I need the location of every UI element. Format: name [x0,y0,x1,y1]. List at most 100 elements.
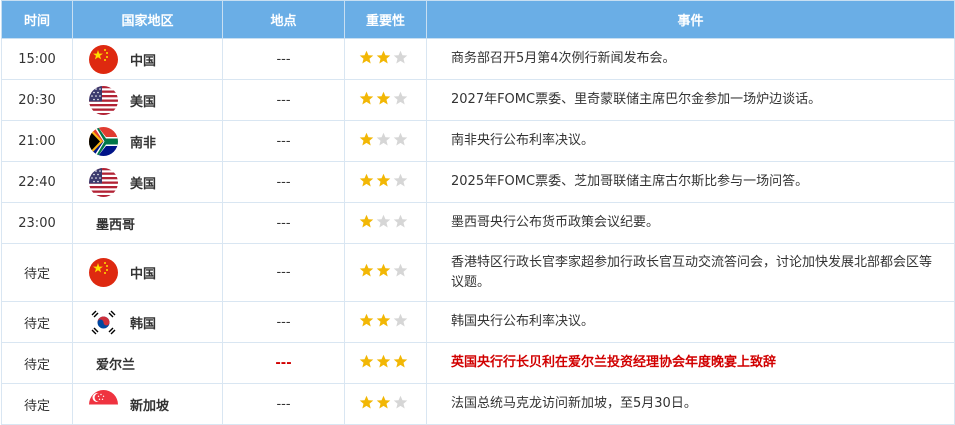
star-filled-icon [359,173,374,192]
star-empty-icon [376,132,391,151]
header-time: 时间 [1,0,73,39]
table-row[interactable]: 20:30 美国 --- 2027年FOMC票委、里奇蒙联储主席巴尔金参加一场炉边谈话… [1,79,955,121]
star-empty-icon [393,50,408,69]
event-description: 墨西哥央行公布货币政策会议纪要。 [426,202,955,244]
star-filled-icon [393,354,408,373]
star-filled-icon [376,50,391,69]
usa-flag-icon [89,167,118,197]
event-description: 英国央行行长贝利在爱尔兰投资经理协会年度晚宴上致辞 [426,342,955,384]
event-location: --- [222,38,345,80]
event-description: 香港特区行政长官李家超参加行政长官互动交流答问会，讨论加快发展北部都会区等议题。 [426,243,955,302]
event-location: --- [222,202,345,244]
table-row[interactable]: 22:40 美国 --- 2025年FOMC票委、芝加哥联储主席古尔斯比参与一场问答。 [1,161,955,203]
event-time: 待定 [1,301,73,343]
event-country: 新加坡 [72,383,223,425]
event-location: --- [222,301,345,343]
country-name: 爱尔兰 [96,357,136,373]
event-description: 2027年FOMC票委、里奇蒙联储主席巴尔金参加一场炉边谈话。 [426,79,955,121]
star-filled-icon [376,91,391,110]
country-name: 中国 [130,53,157,69]
star-filled-icon [359,132,374,151]
country-name: 南非 [130,135,157,151]
table-row[interactable]: 待定 爱尔兰 --- 英国央行行长贝利在爱尔兰投资经理协会年度晚宴上致辞 [1,342,955,384]
event-time: 待定 [1,243,73,302]
importance-stars [344,243,427,302]
event-description: 法国总统马克龙访问新加坡，至5月30日。 [426,383,955,425]
importance-stars [344,342,427,384]
star-empty-icon [393,132,408,151]
importance-stars [344,383,427,425]
star-filled-icon [376,313,391,332]
table-row[interactable]: 待定 韩国 --- 韩国央行公布利率决议。 [1,301,955,343]
importance-stars [344,120,427,162]
star-filled-icon [359,214,374,233]
event-time: 待定 [1,383,73,425]
country-name: 墨西哥 [96,217,136,233]
country-name: 韩国 [130,316,157,332]
event-location: --- [222,79,345,121]
event-country: 墨西哥 [72,202,223,244]
importance-stars [344,202,427,244]
header-importance: 重要性 [344,0,427,39]
header-location: 地点 [222,0,345,39]
event-location: --- [222,383,345,425]
event-time: 待定 [1,342,73,384]
economic-calendar-table: 时间 国家地区 地点 重要性 事件 15:00 中国 --- 商务部召开5月第4次例行… [1,0,955,425]
event-time: 20:30 [1,79,73,121]
singapore-flag-icon [89,389,118,419]
event-description: 南非央行公布利率决议。 [426,120,955,162]
header-country: 国家地区 [72,0,223,39]
table-header-row: 时间 国家地区 地点 重要性 事件 [1,0,955,39]
table-row[interactable]: 23:00 墨西哥 --- 墨西哥央行公布货币政策会议纪要。 [1,202,955,244]
star-filled-icon [359,354,374,373]
star-filled-icon [376,354,391,373]
table-row[interactable]: 15:00 中国 --- 商务部召开5月第4次例行新闻发布会。 [1,38,955,80]
star-filled-icon [359,50,374,69]
importance-stars [344,301,427,343]
star-filled-icon [359,91,374,110]
star-empty-icon [393,313,408,332]
star-filled-icon [376,395,391,414]
importance-stars [344,79,427,121]
star-empty-icon [393,214,408,233]
star-filled-icon [359,263,374,282]
china-flag-icon [89,258,118,287]
table-row[interactable]: 待定 新加坡 --- 法国总统马克龙访问新加坡，至5月30日。 [1,383,955,425]
china-flag-icon [89,44,118,74]
event-country: 南非 [72,120,223,162]
table-row[interactable]: 21:00 南非 --- 南非央行公布利率决议。 [1,120,955,162]
country-name: 新加坡 [130,398,170,414]
event-location: --- [222,243,345,302]
star-empty-icon [393,263,408,282]
usa-flag-icon [89,85,118,115]
star-filled-icon [376,173,391,192]
south-africa-flag-icon [89,126,118,156]
star-filled-icon [376,263,391,282]
event-description: 韩国央行公布利率决议。 [426,301,955,343]
event-country: 韩国 [72,301,223,343]
event-description: 商务部召开5月第4次例行新闻发布会。 [426,38,955,80]
event-time: 21:00 [1,120,73,162]
star-filled-icon [359,395,374,414]
importance-stars [344,161,427,203]
star-empty-icon [393,91,408,110]
event-country: 美国 [72,79,223,121]
event-country: 中国 [72,38,223,80]
table-body: 15:00 中国 --- 商务部召开5月第4次例行新闻发布会。 20:30 美国 --- 20… [1,38,955,425]
star-empty-icon [393,395,408,414]
star-empty-icon [393,173,408,192]
event-country: 爱尔兰 [72,342,223,384]
event-country: 中国 [72,243,223,302]
event-time: 15:00 [1,38,73,80]
country-name: 中国 [130,267,157,282]
star-empty-icon [376,214,391,233]
header-event: 事件 [426,0,955,39]
country-name: 美国 [130,176,157,192]
event-description: 2025年FOMC票委、芝加哥联储主席古尔斯比参与一场问答。 [426,161,955,203]
event-country: 美国 [72,161,223,203]
table-row[interactable]: 待定 中国 --- 香港特区行政长官李家超参加行政长官互动交流答问会，讨论加快发展北部… [1,243,955,302]
event-time: 23:00 [1,202,73,244]
star-filled-icon [359,313,374,332]
importance-stars [344,38,427,80]
event-time: 22:40 [1,161,73,203]
